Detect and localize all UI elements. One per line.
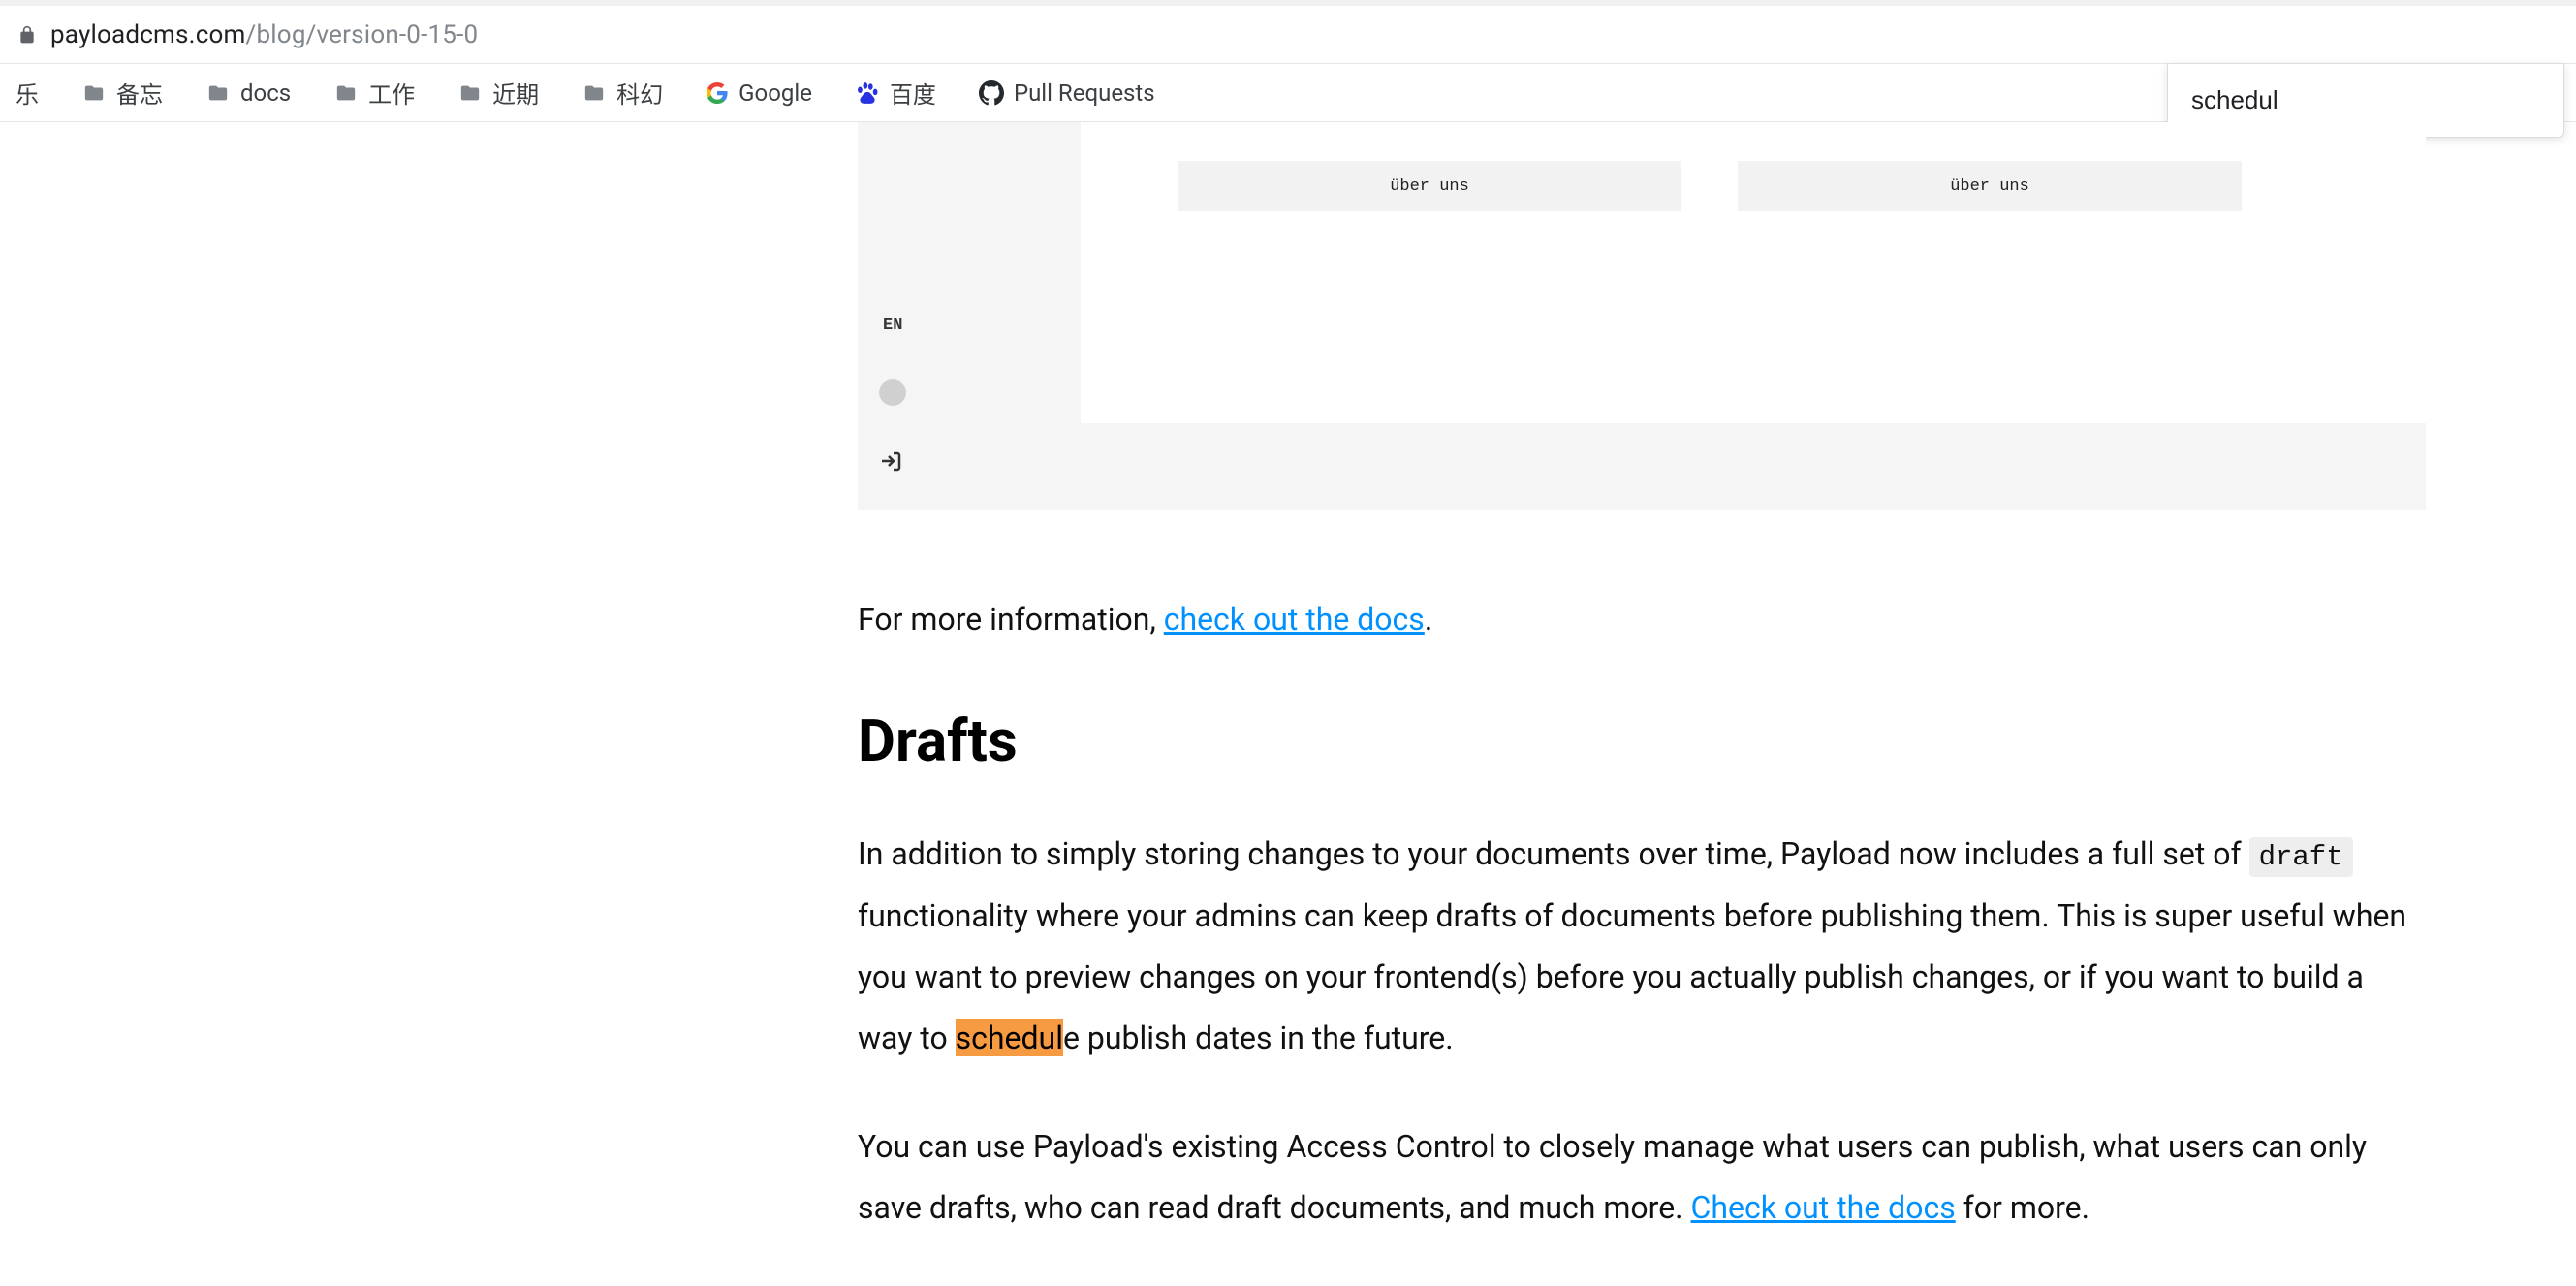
bookmark-folder-work[interactable]: 工作	[326, 70, 423, 115]
google-icon	[706, 81, 729, 105]
paragraph-access-control: You can use Payload's existing Access Co…	[858, 1116, 2426, 1239]
admin-sidebar: EN	[858, 122, 1081, 510]
folder-icon	[81, 82, 107, 104]
lock-icon	[17, 25, 37, 45]
folder-icon	[333, 82, 359, 104]
admin-field-1: über uns	[1178, 161, 1681, 211]
github-icon	[979, 80, 1004, 106]
bookmark-label: 乐	[16, 76, 39, 110]
bookmark-folder-notes[interactable]: 备忘	[74, 70, 171, 115]
article-body: For more information, check out the docs…	[858, 510, 2426, 1239]
paragraph-more-info: For more information, check out the docs…	[858, 589, 2426, 650]
logout-icon	[879, 450, 902, 473]
bookmark-google[interactable]: Google	[698, 74, 820, 112]
paragraph-drafts-intro: In addition to simply storing changes to…	[858, 824, 2426, 1069]
bookmark-label: 近期	[492, 76, 539, 110]
bookmark-label: 科幻	[616, 76, 663, 110]
page-content: EN über uns über uns For more informatio…	[0, 122, 2576, 1239]
avatar-icon	[879, 379, 906, 406]
link-check-out-docs-2[interactable]: Check out the docs	[1691, 1189, 1956, 1226]
browser-tab-strip	[0, 0, 2576, 6]
bookmark-label: 工作	[368, 76, 415, 110]
heading-drafts: Drafts	[858, 706, 2426, 775]
admin-field-2: über uns	[1738, 161, 2242, 211]
folder-icon	[457, 82, 483, 104]
find-highlight: schedul	[956, 1019, 1063, 1056]
admin-main-panel: über uns über uns	[1081, 122, 2426, 423]
link-check-out-docs[interactable]: check out the docs	[1164, 601, 1425, 638]
bookmark-label: 备忘	[116, 76, 163, 110]
find-input[interactable]	[2191, 85, 2540, 115]
bookmark-label: Pull Requests	[1014, 79, 1155, 107]
url-path: /blog/version-0-15-0	[246, 20, 479, 49]
bookmark-baidu[interactable]: 百度	[847, 70, 944, 115]
bookmark-folder-entertainment[interactable]: 乐	[8, 70, 47, 115]
admin-lang-badge: EN	[883, 316, 902, 334]
bookmark-folder-recent[interactable]: 近期	[450, 70, 547, 115]
url-text[interactable]: payloadcms.com/blog/version-0-15-0	[50, 20, 478, 49]
address-bar: payloadcms.com/blog/version-0-15-0	[0, 6, 2576, 64]
bookmark-folder-docs[interactable]: docs	[198, 74, 298, 112]
bookmark-label: 百度	[890, 76, 936, 110]
bookmark-label: docs	[240, 79, 291, 107]
bookmark-folder-scifi[interactable]: 科幻	[574, 70, 671, 115]
folder-icon	[205, 82, 231, 104]
bookmark-label: Google	[738, 79, 812, 107]
folder-icon	[581, 82, 607, 104]
code-draft: draft	[2249, 837, 2353, 877]
bookmark-github-prs[interactable]: Pull Requests	[971, 74, 1163, 112]
url-host: payloadcms.com	[50, 20, 246, 49]
baidu-icon	[855, 80, 880, 106]
bookmarks-bar: 乐 备忘 docs 工作 近期 科幻 Google 百度 Pull Reques…	[0, 64, 2576, 122]
admin-ui-screenshot: EN über uns über uns	[858, 122, 2426, 510]
